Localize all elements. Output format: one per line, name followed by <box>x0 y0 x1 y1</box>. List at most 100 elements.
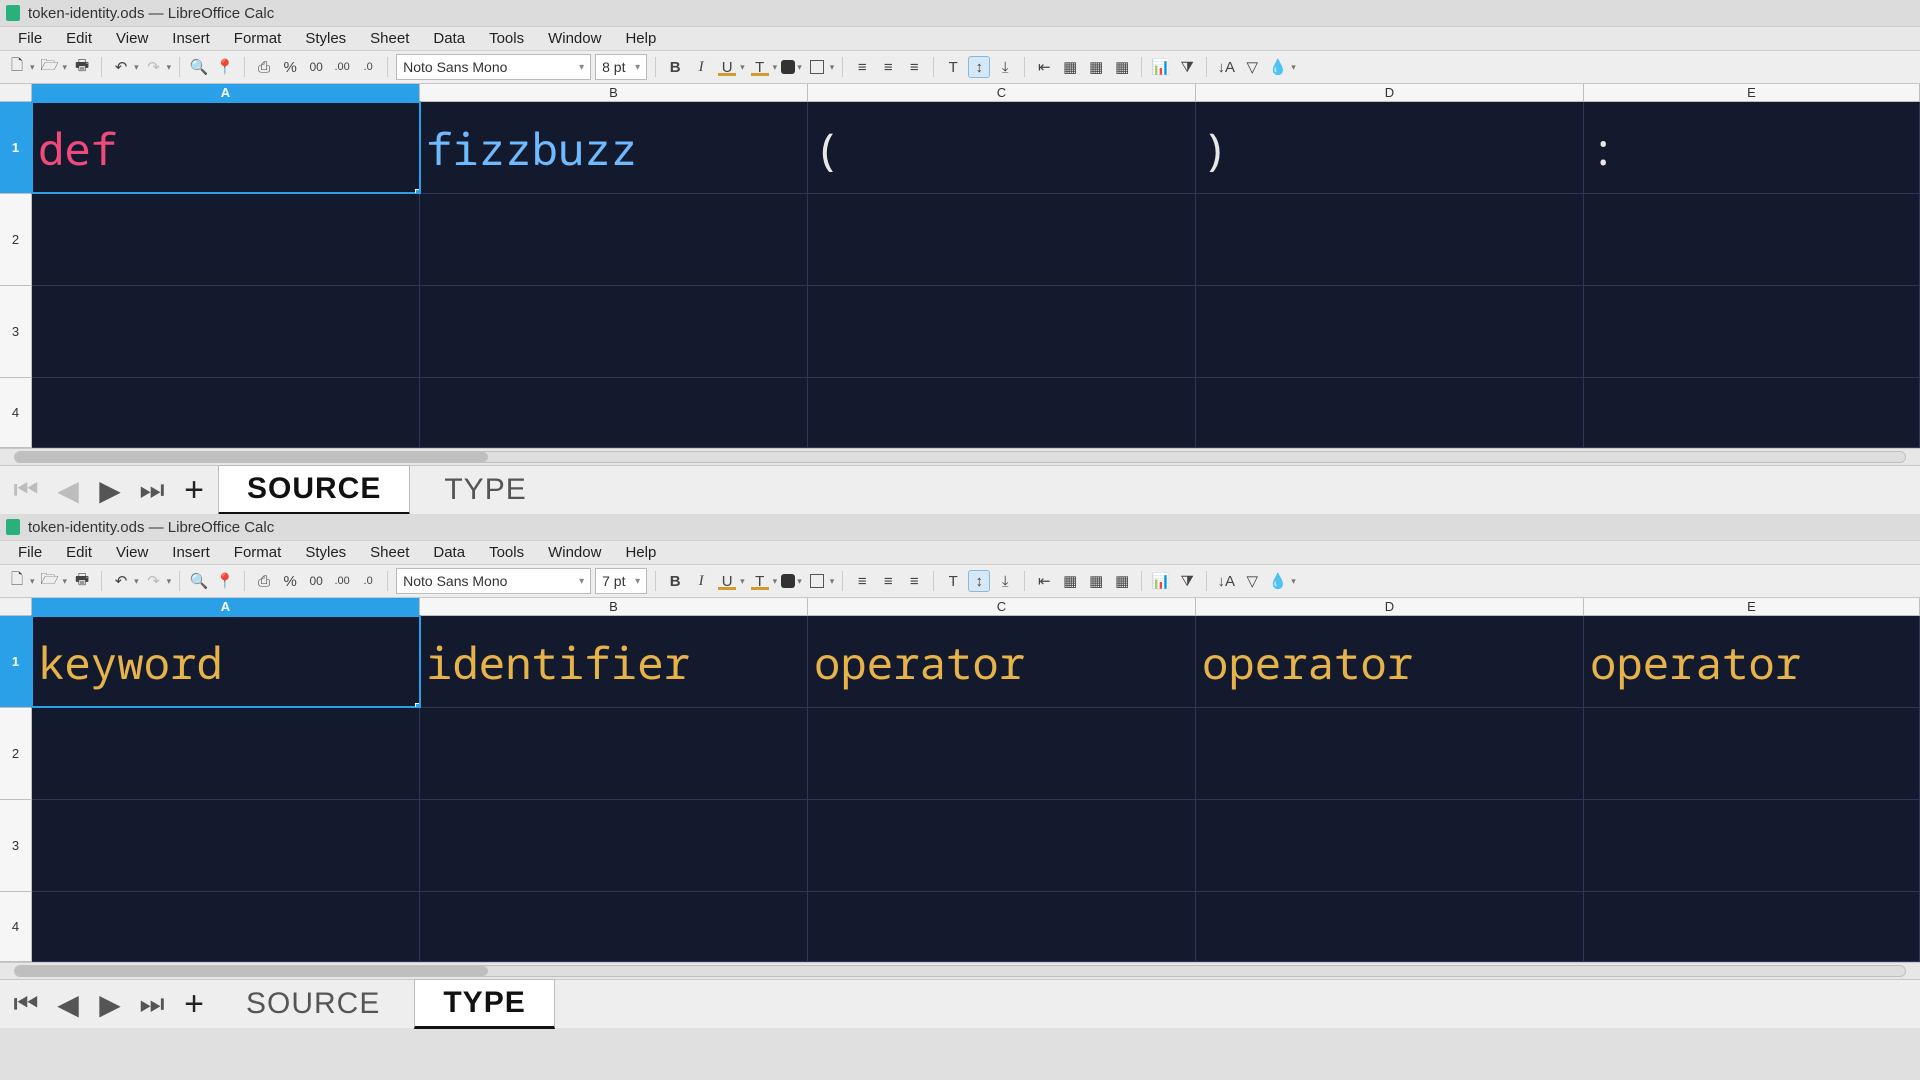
italic-icon[interactable]: I <box>690 56 712 78</box>
menu-edit[interactable]: Edit <box>54 27 104 50</box>
menu-file[interactable]: File <box>6 27 54 50</box>
cell-E3[interactable] <box>1584 286 1920 377</box>
cell-E1[interactable]: : <box>1584 102 1920 193</box>
scroll-track[interactable] <box>14 451 1906 463</box>
font-size-combo[interactable]: 7 pt ▾ <box>595 568 647 594</box>
menu-format[interactable]: Format <box>222 541 294 564</box>
cell-D2[interactable] <box>1196 708 1584 799</box>
cell-D3[interactable] <box>1196 286 1584 377</box>
select-all-corner[interactable] <box>0 598 32 615</box>
italic-icon[interactable]: I <box>690 570 712 592</box>
cell-D4[interactable] <box>1196 892 1584 961</box>
menu-help[interactable]: Help <box>613 27 668 50</box>
add-decimal-icon[interactable]: .00 <box>331 56 353 78</box>
horizontal-scrollbar[interactable] <box>0 448 1920 466</box>
cell-A1[interactable]: def <box>32 102 420 193</box>
horizontal-scrollbar[interactable] <box>0 962 1920 980</box>
font-size-combo[interactable]: 8 pt ▾ <box>595 54 647 80</box>
redo-icon[interactable]: ↷ <box>143 570 165 592</box>
split-cells-icon[interactable]: ▦ <box>1111 56 1133 78</box>
cell-A1[interactable]: keyword <box>32 616 420 707</box>
cell-C2[interactable] <box>808 708 1196 799</box>
col-header-D[interactable]: D <box>1196 598 1584 615</box>
selection-handle[interactable] <box>415 189 420 193</box>
cell-C1[interactable]: ( <box>808 102 1196 193</box>
select-all-corner[interactable] <box>0 84 32 101</box>
menu-view[interactable]: View <box>104 541 160 564</box>
menu-styles[interactable]: Styles <box>293 27 358 50</box>
undo-icon[interactable]: ↶ <box>110 570 132 592</box>
valign-top-icon[interactable]: T <box>942 56 964 78</box>
split-cells-icon[interactable]: ▦ <box>1111 570 1133 592</box>
open-icon[interactable]: 🗁 <box>39 56 61 78</box>
row-header-4[interactable]: 4 <box>0 892 32 962</box>
row-header-3[interactable]: 3 <box>0 800 32 892</box>
cell-A4[interactable] <box>32 378 420 447</box>
cell-B4[interactable] <box>420 892 808 961</box>
col-header-C[interactable]: C <box>808 598 1196 615</box>
undo-icon[interactable]: ↶ <box>110 56 132 78</box>
percent-icon[interactable]: % <box>279 56 301 78</box>
cell-E2[interactable] <box>1584 194 1920 285</box>
cell-A3[interactable] <box>32 286 420 377</box>
menu-data[interactable]: Data <box>421 27 477 50</box>
col-header-A[interactable]: A <box>32 84 420 101</box>
open-dropdown[interactable]: ▾ <box>63 576 68 587</box>
align-right-icon[interactable]: ≡ <box>903 570 925 592</box>
font-name-combo[interactable]: Noto Sans Mono ▾ <box>396 54 591 80</box>
selection-handle[interactable] <box>415 703 420 707</box>
cell-A4[interactable] <box>32 892 420 961</box>
cell-B3[interactable] <box>420 286 808 377</box>
bold-icon[interactable]: B <box>664 56 686 78</box>
unmerge-cells-icon[interactable]: ▦ <box>1085 56 1107 78</box>
cell-C3[interactable] <box>808 800 1196 891</box>
menu-sheet[interactable]: Sheet <box>358 541 421 564</box>
chart-icon[interactable]: 📊 <box>1150 56 1172 78</box>
conditional-icon[interactable]: ▽ <box>1241 570 1263 592</box>
cell-E3[interactable] <box>1584 800 1920 891</box>
tab-next-icon[interactable]: ▶ <box>92 472 128 508</box>
highlight-color-icon[interactable] <box>781 574 795 588</box>
print-icon[interactable]: 🖶 <box>71 570 93 592</box>
cell-E4[interactable] <box>1584 378 1920 447</box>
borders-icon[interactable] <box>806 570 828 592</box>
borders-dropdown[interactable]: ▾ <box>830 62 835 73</box>
menu-insert[interactable]: Insert <box>160 27 222 50</box>
font-color-dropdown[interactable]: ▾ <box>773 576 778 587</box>
cell-D4[interactable] <box>1196 378 1584 447</box>
col-header-E[interactable]: E <box>1584 598 1920 615</box>
cell-D2[interactable] <box>1196 194 1584 285</box>
new-icon[interactable]: 🗋 <box>6 570 28 592</box>
underline-icon[interactable]: U <box>716 570 738 592</box>
cell-D1[interactable]: operator <box>1196 616 1584 707</box>
new-dropdown[interactable]: ▾ <box>30 62 35 73</box>
menu-window[interactable]: Window <box>536 27 613 50</box>
cell-D1[interactable]: ) <box>1196 102 1584 193</box>
cell-E2[interactable] <box>1584 708 1920 799</box>
cell-B1[interactable]: identifier <box>420 616 808 707</box>
menu-window[interactable]: Window <box>536 541 613 564</box>
fill-dropdown[interactable]: ▾ <box>1291 576 1296 587</box>
cell-B3[interactable] <box>420 800 808 891</box>
borders-icon[interactable] <box>806 56 828 78</box>
valign-middle-icon[interactable]: ↕ <box>968 570 990 592</box>
cell-A2[interactable] <box>32 194 420 285</box>
col-header-B[interactable]: B <box>420 84 808 101</box>
chart-icon[interactable]: 📊 <box>1150 570 1172 592</box>
cell-B2[interactable] <box>420 194 808 285</box>
conditional-icon[interactable]: ▽ <box>1241 56 1263 78</box>
menu-data[interactable]: Data <box>421 541 477 564</box>
font-color-icon[interactable]: T <box>749 570 771 592</box>
font-color-dropdown[interactable]: ▾ <box>773 62 778 73</box>
col-header-A[interactable]: A <box>32 598 420 615</box>
bold-icon[interactable]: B <box>664 570 686 592</box>
col-header-E[interactable]: E <box>1584 84 1920 101</box>
print-icon[interactable]: 🖶 <box>71 56 93 78</box>
cell-E1[interactable]: operator <box>1584 616 1920 707</box>
highlight-dropdown[interactable]: ▾ <box>797 62 802 73</box>
scroll-thumb[interactable] <box>15 452 488 462</box>
decrease-indent-icon[interactable]: ⇤ <box>1033 570 1055 592</box>
underline-icon[interactable]: U <box>716 56 738 78</box>
cell-E4[interactable] <box>1584 892 1920 961</box>
sort-asc-icon[interactable]: ↓A <box>1215 56 1237 78</box>
